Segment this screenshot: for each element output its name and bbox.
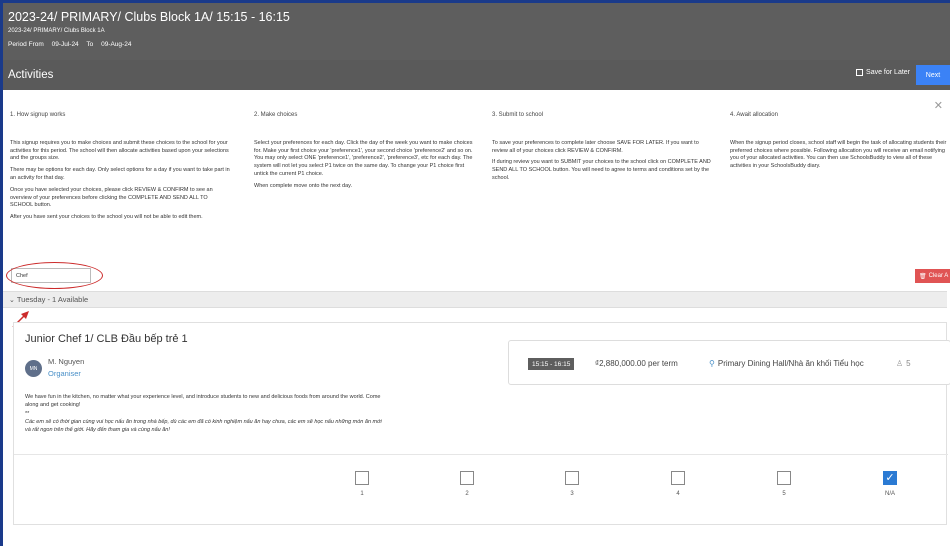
choice-label: N/A [884,491,895,497]
choice-label: 4 [676,491,680,497]
signup-steps: ✕ 1. How signup works This signup requir… [3,90,950,265]
choice-preference-3: 3 [552,471,592,497]
preference-checkbox[interactable] [777,471,791,485]
preference-checkbox[interactable] [355,471,369,485]
choice-preference-2: 2 [447,471,487,497]
activity-description: We have fun in the kitchen, no matter wh… [25,393,385,434]
step-text: Select your preferences for each day. Cl… [254,139,473,177]
activity-name: Junior Chef 1/ CLB Đầu bếp trẻ 1 [25,333,188,345]
divider [14,454,948,455]
organiser-name: M. Nguyen [48,357,85,366]
save-icon [856,69,864,76]
step-text: This signup requires you to make choices… [10,139,229,162]
session-price: ₫2,880,000.00 per term [595,359,678,368]
page-header: 2023-24/ PRIMARY/ Clubs Block 1A/ 15:15 … [3,3,950,60]
choice-label: 3 [570,491,574,497]
capacity-value: 5 [906,359,911,368]
person-icon: ♙ [896,359,904,368]
description-en: We have fun in the kitchen, no matter wh… [25,394,381,409]
period-from: 09-Jul-24 [51,41,79,48]
step-how-signup-works: 1. How signup works This signup requires… [10,112,230,226]
step-heading: 4. Await allocation [730,112,778,118]
choice-label: 5 [782,491,786,497]
avatar: MN [25,360,42,377]
trash-icon: 🗑 [919,273,927,280]
activities-label: Activities [8,69,54,81]
step-submit-to-school: 3. Submit to school To save your prefere… [492,112,712,187]
choice-label: 1 [360,491,364,497]
chevron-down-icon: ⌄ [9,296,15,304]
step-text: If during review you want to SUBMIT your… [492,159,711,181]
close-icon[interactable]: ✕ [934,99,943,112]
step-text: When the signup period closes, school st… [730,139,947,170]
description-separator: ** [25,410,30,417]
step-text: Once you have selected your choices, ple… [10,186,213,209]
preference-choices: 1 2 3 4 5 ✓ N/A [14,471,948,506]
session-time-badge: 15:15 - 16:15 [528,358,575,370]
page-title: 2023-24/ PRIMARY/ Clubs Block 1A/ 15:15 … [8,10,290,24]
location-pin-icon: ⚲ [709,359,715,368]
choice-not-applicable: ✓ N/A [870,471,910,497]
preference-checkbox[interactable] [460,471,474,485]
organiser-role: Organiser [48,369,81,378]
step-await-allocation: 4. Await allocation When the signup peri… [730,112,950,175]
location-text: Primary Dining Hall/Nhà ăn khối Tiểu học [717,359,864,368]
preference-checkbox[interactable] [671,471,685,485]
page-subtitle: 2023-24/ PRIMARY/ Clubs Block 1A [8,28,105,34]
preference-checkbox[interactable] [565,471,579,485]
description-vi: Các em sẽ có thời gian cùng vui học nấu … [25,418,382,434]
period-to: 09-Aug-24 [101,41,132,48]
day-accordion-tuesday[interactable]: ⌄ Tuesday - 1 Available [3,291,947,308]
step-text: To save your preferences to complete lat… [492,139,699,154]
clear-all-label: Clear A [928,273,949,279]
choice-preference-5: 5 [764,471,804,497]
search-input[interactable] [11,268,91,283]
period-from-label: Period From [8,41,44,48]
session-location: ⚲ Primary Dining Hall/Nhà ăn khối Tiểu họ… [709,359,864,368]
step-text: When complete move onto the next day. [254,182,353,189]
save-for-later-button[interactable]: Save for Later [856,69,910,76]
choice-preference-1: 1 [342,471,382,497]
checkmark-icon[interactable]: ✓ [883,471,897,485]
choice-label: 2 [465,491,469,497]
activity-card: Junior Chef 1/ CLB Đầu bếp trẻ 1 MN M. N… [13,322,950,525]
clear-all-button[interactable]: 🗑 Clear A [915,269,950,283]
step-make-choices: 2. Make choices Select your preferences … [254,112,474,195]
step-heading: 3. Submit to school [492,112,544,118]
save-for-later-label: Save for Later [866,69,910,76]
next-button[interactable]: Next [916,65,950,85]
step-heading: 1. How signup works [10,112,66,118]
activities-bar: Activities Save for Later Next [3,60,950,90]
day-label: Tuesday - 1 Available [16,295,89,304]
step-text: After you have sent your choices to the … [10,214,203,221]
session-capacity: ♙ 5 [896,359,911,368]
session-info: 15:15 - 16:15 ₫2,880,000.00 per term ⚲ Pr… [508,340,950,385]
step-text: There may be options for each day. Only … [10,167,230,181]
period-info: Period From 09-Jul-24 To 09-Aug-24 [8,40,945,50]
step-heading: 2. Make choices [254,112,298,118]
period-to-label: To [86,41,94,48]
choice-preference-4: 4 [658,471,698,497]
